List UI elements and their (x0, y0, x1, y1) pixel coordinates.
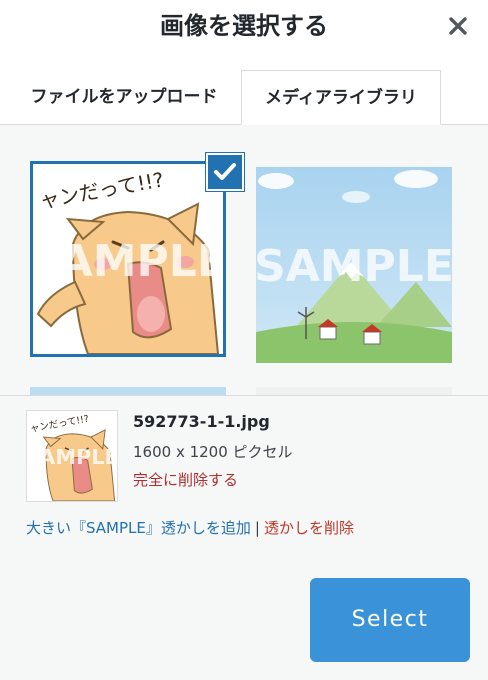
attachment-thumb-partial[interactable] (256, 387, 452, 395)
action-separator: | (254, 519, 260, 537)
modal-footer: Select (0, 555, 488, 680)
remove-watermark-link[interactable]: 透かしを削除 (264, 519, 354, 537)
attachment-thumb-landscape[interactable]: SAMPLE (254, 167, 454, 363)
cat-illustration-preview: ャンだって!!? SAMPLE (24, 411, 119, 502)
watermark-text: SAMPLE (27, 445, 117, 469)
watermark-text: SAMPLE (256, 241, 452, 292)
selected-check-icon[interactable] (206, 153, 244, 191)
tab-upload-files[interactable]: ファイルをアップロード (8, 70, 240, 124)
media-library-grid: ャンだって!!? SAMPLE SAMPLE (0, 125, 488, 395)
attachment-preview: ャンだって!!? SAMPLE (24, 410, 119, 502)
tab-media-library[interactable]: メディアライブラリ (241, 70, 441, 125)
attachment-thumb-partial[interactable] (30, 387, 226, 395)
add-watermark-link[interactable]: 大きい『SAMPLE』透かしを追加 (26, 519, 251, 537)
tab-bar: ファイルをアップロード メディアライブラリ (0, 70, 488, 125)
attachment-details: ャンだって!!? SAMPLE 592773-1-1.jpg 1600 x 12… (0, 395, 488, 556)
attachment-dimensions: 1600 x 1200 ピクセル (133, 443, 293, 461)
attachment-filename: 592773-1-1.jpg (133, 412, 270, 431)
close-icon[interactable] (446, 14, 470, 38)
attachment-thumb-cat[interactable]: ャンだって!!? SAMPLE (27, 161, 227, 357)
select-button[interactable]: Select (310, 578, 470, 662)
landscape-illustration-image: SAMPLE (254, 167, 454, 363)
watermark-text: SAMPLE (33, 236, 223, 287)
watermark-actions: 大きい『SAMPLE』透かしを追加 | 透かしを削除 (26, 517, 354, 538)
delete-permanently-link[interactable]: 完全に削除する (133, 469, 238, 490)
cat-illustration-image: ャンだって!!? SAMPLE (27, 164, 227, 355)
dialog-title: 画像を選択する (160, 12, 328, 40)
